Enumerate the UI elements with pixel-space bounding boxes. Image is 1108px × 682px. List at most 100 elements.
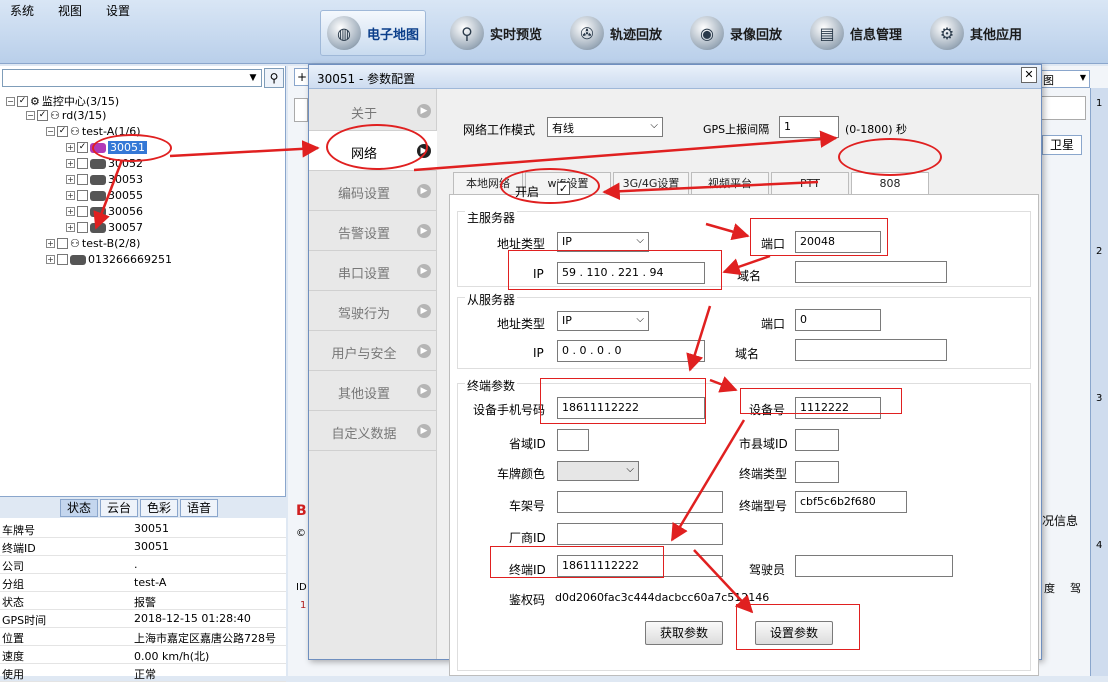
- vendor-id-input[interactable]: [557, 523, 723, 545]
- plate-color-select[interactable]: ⌵: [557, 461, 639, 481]
- row-index: 1: [300, 600, 307, 611]
- annotation-box: [750, 218, 888, 256]
- tree-checkbox[interactable]: [57, 254, 68, 265]
- tree-node-phone[interactable]: +013266669251: [46, 253, 172, 266]
- nav-encoding[interactable]: 编码设置 ▶: [309, 171, 437, 211]
- electronic-map-button[interactable]: ◍ 电子地图: [320, 10, 427, 56]
- tree-checkbox[interactable]: [77, 222, 88, 233]
- select-value: 有线: [552, 122, 574, 135]
- menu-view[interactable]: 视图: [58, 2, 82, 19]
- collapse-icon[interactable]: −: [6, 96, 15, 106]
- backup-ip-input[interactable]: 0 . 0 . 0 . 0: [557, 340, 705, 362]
- collapse-icon[interactable]: −: [46, 127, 55, 136]
- tree-vehicle-30057[interactable]: +30057: [66, 221, 143, 234]
- nav-other[interactable]: 其他设置 ▶: [309, 371, 437, 411]
- map-search-input[interactable]: [294, 98, 308, 122]
- province-id-input[interactable]: [557, 429, 589, 451]
- globe-icon: ◍: [327, 16, 361, 50]
- terminal-model-input[interactable]: cbf5c6b2f680: [795, 491, 907, 513]
- btn-label: 轨迹回放: [610, 27, 663, 43]
- live-preview-button[interactable]: ⚲ 实时预览: [444, 10, 548, 56]
- tree-checkbox[interactable]: ✓: [77, 142, 88, 153]
- expand-icon[interactable]: +: [46, 255, 55, 264]
- info-key: 位置: [2, 632, 24, 645]
- nav-user-security[interactable]: 用户与安全 ▶: [309, 331, 437, 371]
- tab-color[interactable]: 色彩: [140, 499, 178, 517]
- frame-no-input[interactable]: [557, 491, 723, 513]
- info-row: 使用 正常: [0, 664, 286, 682]
- tree-checkbox[interactable]: ✓: [17, 95, 28, 107]
- menu-system[interactable]: 系统: [10, 2, 34, 19]
- tree-node-rd[interactable]: − ✓ ⚇ rd(3/15): [26, 109, 106, 122]
- top-toolbar: 系统 视图 设置 ◍ 电子地图 ⚲ 实时预览 ✇ 轨迹回放 ◉ 录像回放 ▤ 信息管理 ⚙…: [0, 0, 1108, 64]
- expand-icon[interactable]: +: [66, 175, 75, 184]
- tree-checkbox[interactable]: ✓: [57, 126, 68, 137]
- chevron-down-icon[interactable]: ▼: [1080, 73, 1086, 82]
- nav-custom-data[interactable]: 自定义数据 ▶: [309, 411, 437, 451]
- tree-checkbox[interactable]: ✓: [37, 110, 48, 121]
- tree-label: 30057: [108, 221, 143, 234]
- tab-voice[interactable]: 语音: [180, 499, 218, 517]
- group-combobox[interactable]: ▼: [2, 69, 262, 87]
- expand-icon[interactable]: +: [66, 159, 75, 168]
- tree-checkbox[interactable]: [77, 206, 88, 217]
- backup-addr-type-select[interactable]: IP ⌵: [557, 311, 649, 331]
- net-mode-select[interactable]: 有线 ⌵: [547, 117, 663, 137]
- get-params-button[interactable]: 获取参数: [645, 621, 723, 645]
- tab-video-platform[interactable]: 视频平台: [691, 172, 769, 194]
- users-icon: ⚇: [70, 125, 80, 138]
- tree-checkbox[interactable]: [57, 238, 68, 249]
- tree-checkbox[interactable]: [77, 190, 88, 201]
- tab-3g4g[interactable]: 3G/4G设置: [613, 172, 689, 194]
- expand-icon[interactable]: +: [66, 223, 75, 232]
- nav-driving[interactable]: 驾驶行为 ▶: [309, 291, 437, 331]
- info-key: 公司: [2, 560, 24, 573]
- expand-icon[interactable]: +: [46, 239, 55, 248]
- tree-node-test-b[interactable]: + ⚇ test-B(2/8): [46, 237, 140, 250]
- track-playback-button[interactable]: ✇ 轨迹回放: [564, 10, 668, 56]
- other-apps-button[interactable]: ⚙ 其他应用: [924, 10, 1028, 56]
- nav-serial[interactable]: 串口设置 ▶: [309, 251, 437, 291]
- chevron-right-icon: ▶: [417, 424, 431, 438]
- info-icon: ▤: [810, 16, 844, 50]
- tab-ptz[interactable]: 云台: [100, 499, 138, 517]
- close-icon[interactable]: ✕: [1021, 67, 1037, 83]
- driver-input[interactable]: [795, 555, 953, 577]
- nav-label: 编码设置: [337, 187, 390, 202]
- info-management-button[interactable]: ▤ 信息管理: [804, 10, 908, 56]
- chevron-down-icon[interactable]: ▼: [246, 71, 260, 85]
- map-tab-select[interactable]: 图 ▼: [1040, 70, 1090, 88]
- backup-domain-input[interactable]: [795, 339, 947, 361]
- gps-interval-input[interactable]: 1: [779, 116, 839, 138]
- main-domain-input[interactable]: [795, 261, 947, 283]
- annotation-box: [740, 388, 902, 414]
- main-addr-type-select[interactable]: IP ⌵: [557, 232, 649, 252]
- search-button[interactable]: ⚲: [264, 68, 284, 88]
- terminal-type-input[interactable]: [795, 461, 839, 483]
- satellite-button[interactable]: 卫星: [1042, 135, 1082, 155]
- video-playback-button[interactable]: ◉ 录像回放: [684, 10, 788, 56]
- tree-node-root[interactable]: − ✓ ⚙ 监控中心(3/15): [6, 93, 119, 109]
- nav-alarm[interactable]: 告警设置 ▶: [309, 211, 437, 251]
- menu-settings[interactable]: 设置: [106, 2, 130, 19]
- terminal-type-label: 终端类型: [739, 467, 788, 481]
- tree-label: test-B(2/8): [81, 237, 141, 250]
- car-icon: [90, 174, 106, 185]
- expand-icon[interactable]: +: [66, 207, 75, 216]
- map-input[interactable]: [1040, 96, 1086, 120]
- net-mode-label: 网络工作模式: [463, 123, 536, 137]
- tab-status[interactable]: 状态: [60, 499, 98, 517]
- tree-checkbox[interactable]: [77, 158, 88, 169]
- tree-vehicle-30055[interactable]: +30055: [66, 189, 143, 202]
- backup-port-input[interactable]: 0: [795, 309, 881, 331]
- tree-vehicle-30056[interactable]: +30056: [66, 205, 143, 218]
- city-id-input[interactable]: [795, 429, 839, 451]
- expand-icon[interactable]: +: [66, 191, 75, 200]
- expand-icon[interactable]: +: [66, 143, 75, 152]
- city-id-label: 市县域ID: [739, 437, 788, 451]
- tree-vehicle-30053[interactable]: +30053: [66, 173, 143, 186]
- info-value: 2018-12-15 01:28:40: [134, 612, 251, 625]
- tree-checkbox[interactable]: [77, 174, 88, 185]
- tab-ptt[interactable]: PTT: [771, 172, 849, 194]
- collapse-icon[interactable]: −: [26, 111, 35, 120]
